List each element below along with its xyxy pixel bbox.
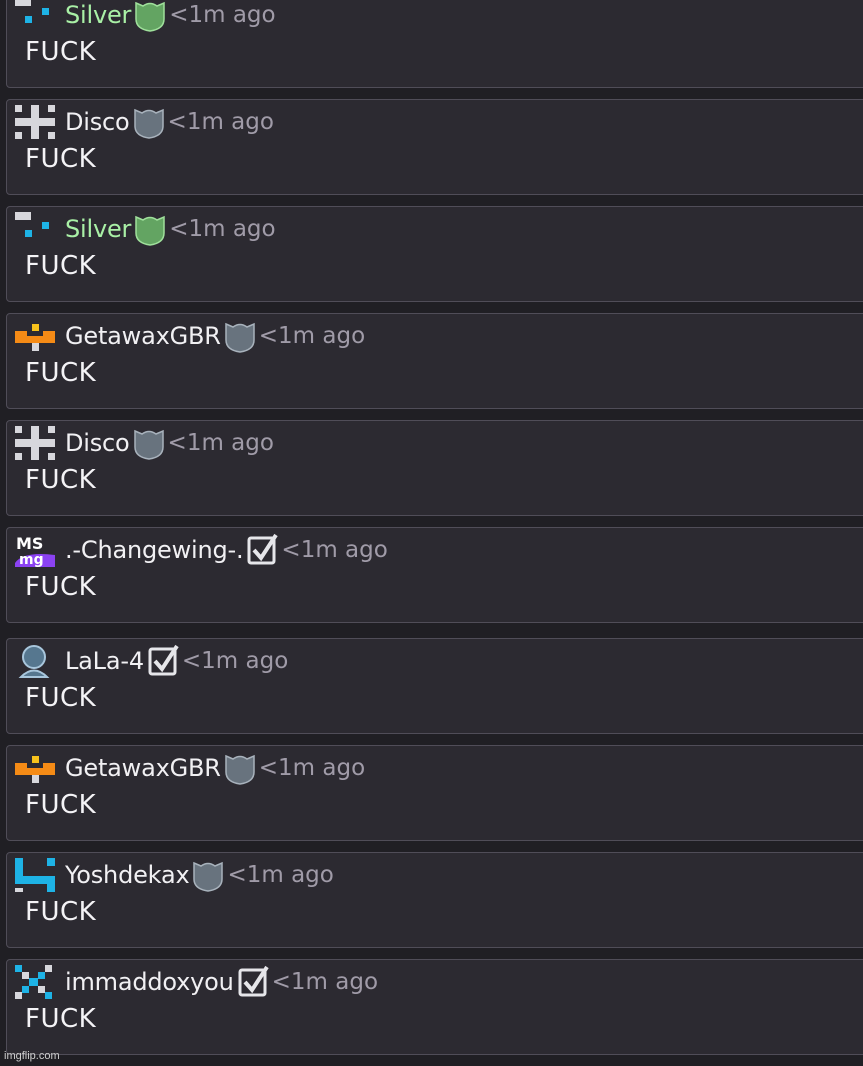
username-link[interactable]: .-Changewing-. bbox=[65, 536, 244, 564]
comment-card: Silver <1m ago FUCK bbox=[6, 206, 863, 302]
default-user-avatar-icon[interactable] bbox=[15, 644, 57, 678]
watermark: imgflip.com bbox=[4, 1050, 60, 1062]
comment-header: Silver <1m ago bbox=[15, 212, 276, 246]
comment-card: Yoshdekax <1m ago FUCK bbox=[6, 852, 863, 948]
username-link[interactable]: Disco bbox=[65, 108, 130, 136]
comment-text: FUCK bbox=[25, 358, 97, 388]
comment-header: immaddoxyou <1m ago bbox=[15, 965, 378, 999]
comment-header: MS mg .-Changewing-. <1m ago bbox=[15, 533, 388, 567]
shield-green-icon bbox=[133, 0, 167, 32]
shield-gray-icon bbox=[223, 319, 257, 353]
username-link[interactable]: immaddoxyou bbox=[65, 968, 234, 996]
comment-header: Disco <1m ago bbox=[15, 105, 274, 139]
comment-card: Silver <1m ago FUCK bbox=[6, 0, 863, 88]
timestamp: <1m ago bbox=[167, 430, 274, 456]
timestamp: <1m ago bbox=[281, 537, 388, 563]
timestamp: <1m ago bbox=[169, 2, 276, 28]
comment-text: FUCK bbox=[25, 897, 97, 927]
shield-gray-icon bbox=[191, 858, 225, 892]
timestamp: <1m ago bbox=[271, 969, 379, 995]
silver-avatar-icon[interactable] bbox=[15, 212, 57, 246]
comment-text: FUCK bbox=[25, 37, 97, 67]
comment-text: FUCK bbox=[25, 251, 97, 281]
comment-header: GetawaxGBR <1m ago bbox=[15, 751, 365, 785]
username-link[interactable]: Disco bbox=[65, 429, 130, 457]
shield-green-icon bbox=[133, 212, 167, 246]
comment-card: MS mg .-Changewing-. <1m ago FUCK bbox=[6, 527, 863, 623]
msmg-logo-avatar-icon[interactable]: MS mg bbox=[15, 533, 57, 567]
username-link[interactable]: GetawaxGBR bbox=[65, 754, 221, 782]
timestamp: <1m ago bbox=[167, 109, 274, 135]
disco-avatar-icon[interactable] bbox=[15, 105, 57, 139]
getawax-avatar-icon[interactable] bbox=[15, 751, 57, 785]
comment-feed: Silver <1m ago FUCK Disco <1m ago FUCK S… bbox=[0, 0, 863, 1066]
username-link[interactable]: Silver bbox=[65, 1, 131, 29]
comment-card: LaLa-4 <1m ago FUCK bbox=[6, 638, 863, 734]
yoshdekax-avatar-icon[interactable] bbox=[15, 858, 57, 892]
checkbox-icon bbox=[236, 965, 270, 999]
comment-header: Disco <1m ago bbox=[15, 426, 274, 460]
comment-header: LaLa-4 <1m ago bbox=[15, 644, 288, 678]
comment-header: Yoshdekax <1m ago bbox=[15, 858, 334, 892]
username-link[interactable]: GetawaxGBR bbox=[65, 322, 221, 350]
msmg-logo-text-bottom: mg bbox=[19, 552, 44, 567]
comment-text: FUCK bbox=[25, 790, 97, 820]
comment-text: FUCK bbox=[25, 465, 97, 495]
silver-avatar-icon[interactable] bbox=[15, 0, 57, 32]
comment-card: immaddoxyou <1m ago FUCK bbox=[6, 959, 863, 1055]
comment-text: FUCK bbox=[25, 1004, 97, 1034]
comment-text: FUCK bbox=[25, 144, 97, 174]
comment-header: GetawaxGBR <1m ago bbox=[15, 319, 365, 353]
timestamp: <1m ago bbox=[258, 755, 366, 781]
checkbox-icon bbox=[146, 644, 180, 678]
timestamp: <1m ago bbox=[227, 862, 334, 888]
username-link[interactable]: Silver bbox=[65, 215, 131, 243]
comment-card: GetawaxGBR <1m ago FUCK bbox=[6, 313, 863, 409]
comment-card: GetawaxGBR <1m ago FUCK bbox=[6, 745, 863, 841]
timestamp: <1m ago bbox=[169, 216, 276, 242]
comment-header: Silver <1m ago bbox=[15, 0, 276, 32]
msmg-logo-text-top: MS bbox=[16, 534, 43, 553]
disco-avatar-icon[interactable] bbox=[15, 426, 57, 460]
comment-text: FUCK bbox=[25, 572, 97, 602]
shield-gray-icon bbox=[132, 426, 166, 460]
comment-text: FUCK bbox=[25, 683, 97, 713]
getawax-avatar-icon[interactable] bbox=[15, 319, 57, 353]
immaddoxyou-avatar-icon[interactable] bbox=[15, 965, 57, 999]
shield-gray-icon bbox=[223, 751, 257, 785]
checkbox-icon bbox=[245, 533, 279, 567]
timestamp: <1m ago bbox=[181, 648, 289, 674]
comment-card: Disco <1m ago FUCK bbox=[6, 420, 863, 516]
shield-gray-icon bbox=[132, 105, 166, 139]
username-link[interactable]: Yoshdekax bbox=[65, 861, 190, 889]
timestamp: <1m ago bbox=[258, 323, 366, 349]
comment-card: Disco <1m ago FUCK bbox=[6, 99, 863, 195]
username-link[interactable]: LaLa-4 bbox=[65, 647, 144, 675]
